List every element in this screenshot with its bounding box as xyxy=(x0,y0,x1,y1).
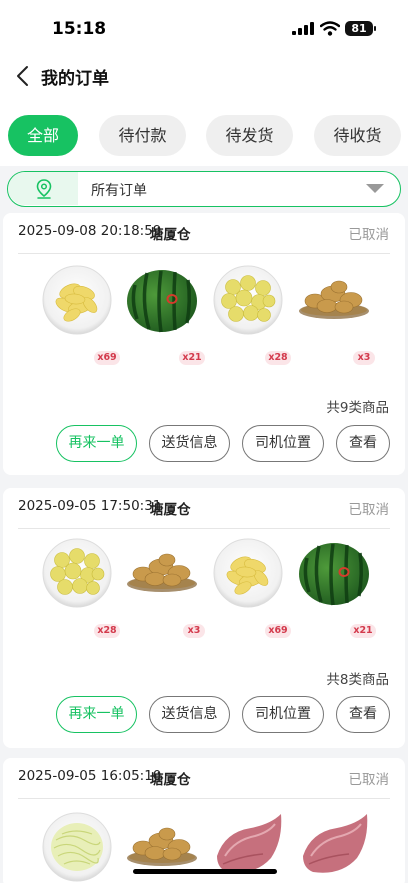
order-datetime: 2025-09-08 20:18:59 xyxy=(18,223,162,239)
back-arrow-icon[interactable] xyxy=(14,64,34,88)
watermelon-icon xyxy=(299,543,369,606)
divider xyxy=(18,798,390,799)
status-bar: 15:18 81 xyxy=(0,0,408,56)
order-card[interactable]: 2025-09-05 16:05:10 塘厦仓 已取消 xyxy=(3,758,405,883)
shredded-cabbage-plate-icon xyxy=(42,812,112,882)
reorder-button[interactable]: 再来一单 xyxy=(56,425,137,462)
driver-location-button[interactable]: 司机位置 xyxy=(242,696,324,733)
view-button[interactable]: 查看 xyxy=(336,696,390,733)
view-button[interactable]: 查看 xyxy=(336,425,390,462)
filter-icon-box xyxy=(8,172,78,205)
delivery-info-button[interactable]: 送货信息 xyxy=(149,696,230,733)
tab-pending-payment[interactable]: 待付款 xyxy=(99,115,186,156)
watermelon-icon xyxy=(127,270,197,333)
order-warehouse: 塘厦仓 xyxy=(150,772,191,788)
order-warehouse: 塘厦仓 xyxy=(150,227,191,243)
potato-basket-icon xyxy=(127,553,197,592)
sliced-potato-plate-icon xyxy=(42,265,112,335)
divider xyxy=(18,253,390,254)
order-status: 已取消 xyxy=(348,772,390,788)
battery-icon: 81 xyxy=(345,21,373,36)
tab-pending-shipment[interactable]: 待发货 xyxy=(206,115,293,156)
order-filter-select[interactable]: 所有订单 xyxy=(7,171,401,207)
location-pin-icon xyxy=(36,179,52,199)
tab-pending-receipt[interactable]: 待收货 xyxy=(314,115,401,156)
quantity-badge: x28 xyxy=(265,351,291,365)
filter-selected-value: 所有订单 xyxy=(91,183,147,199)
page-title: 我的订单 xyxy=(41,69,109,89)
item-count: 共9类商品 xyxy=(326,400,389,416)
item-count: 共8类商品 xyxy=(326,672,389,688)
delivery-info-button[interactable]: 送货信息 xyxy=(149,425,230,462)
order-card[interactable]: 2025-09-08 20:18:59 塘厦仓 已取消 x69 x21 x28 … xyxy=(3,213,405,475)
status-time: 15:18 xyxy=(52,19,107,39)
quantity-badge: x69 xyxy=(265,624,291,638)
quantity-badge: x21 xyxy=(350,624,376,638)
order-status: 已取消 xyxy=(348,227,390,243)
divider xyxy=(18,528,390,529)
quantity-badge: x28 xyxy=(94,624,120,638)
reorder-button[interactable]: 再来一单 xyxy=(56,696,137,733)
dropdown-triangle-icon xyxy=(366,184,384,193)
baby-potato-plate-icon xyxy=(213,265,283,335)
order-status: 已取消 xyxy=(348,502,390,518)
battery-tip xyxy=(374,26,376,31)
order-warehouse: 塘厦仓 xyxy=(150,502,191,518)
quantity-badge: x3 xyxy=(353,351,375,365)
sliced-potato-plate-icon xyxy=(213,538,283,608)
baby-potato-plate-icon xyxy=(42,538,112,608)
home-indicator xyxy=(133,869,277,874)
nav-bar: 我的订单 xyxy=(0,56,408,100)
cellular-signal-icon xyxy=(292,22,314,35)
potato-basket-icon xyxy=(299,280,369,319)
order-card[interactable]: 2025-09-05 17:50:31 塘厦仓 已取消 x28 x3 x69 x… xyxy=(3,488,405,748)
order-status-tabs: 全部 待付款 待发货 待收货 xyxy=(0,100,408,166)
order-datetime: 2025-09-05 17:50:31 xyxy=(18,498,162,514)
wifi-icon xyxy=(320,21,340,36)
driver-location-button[interactable]: 司机位置 xyxy=(242,425,324,462)
quantity-badge: x3 xyxy=(183,624,205,638)
quantity-badge: x69 xyxy=(94,351,120,365)
order-datetime: 2025-09-05 16:05:10 xyxy=(18,768,162,784)
quantity-badge: x21 xyxy=(179,351,205,365)
tab-all[interactable]: 全部 xyxy=(8,115,78,156)
raw-meat-icon xyxy=(303,814,368,873)
